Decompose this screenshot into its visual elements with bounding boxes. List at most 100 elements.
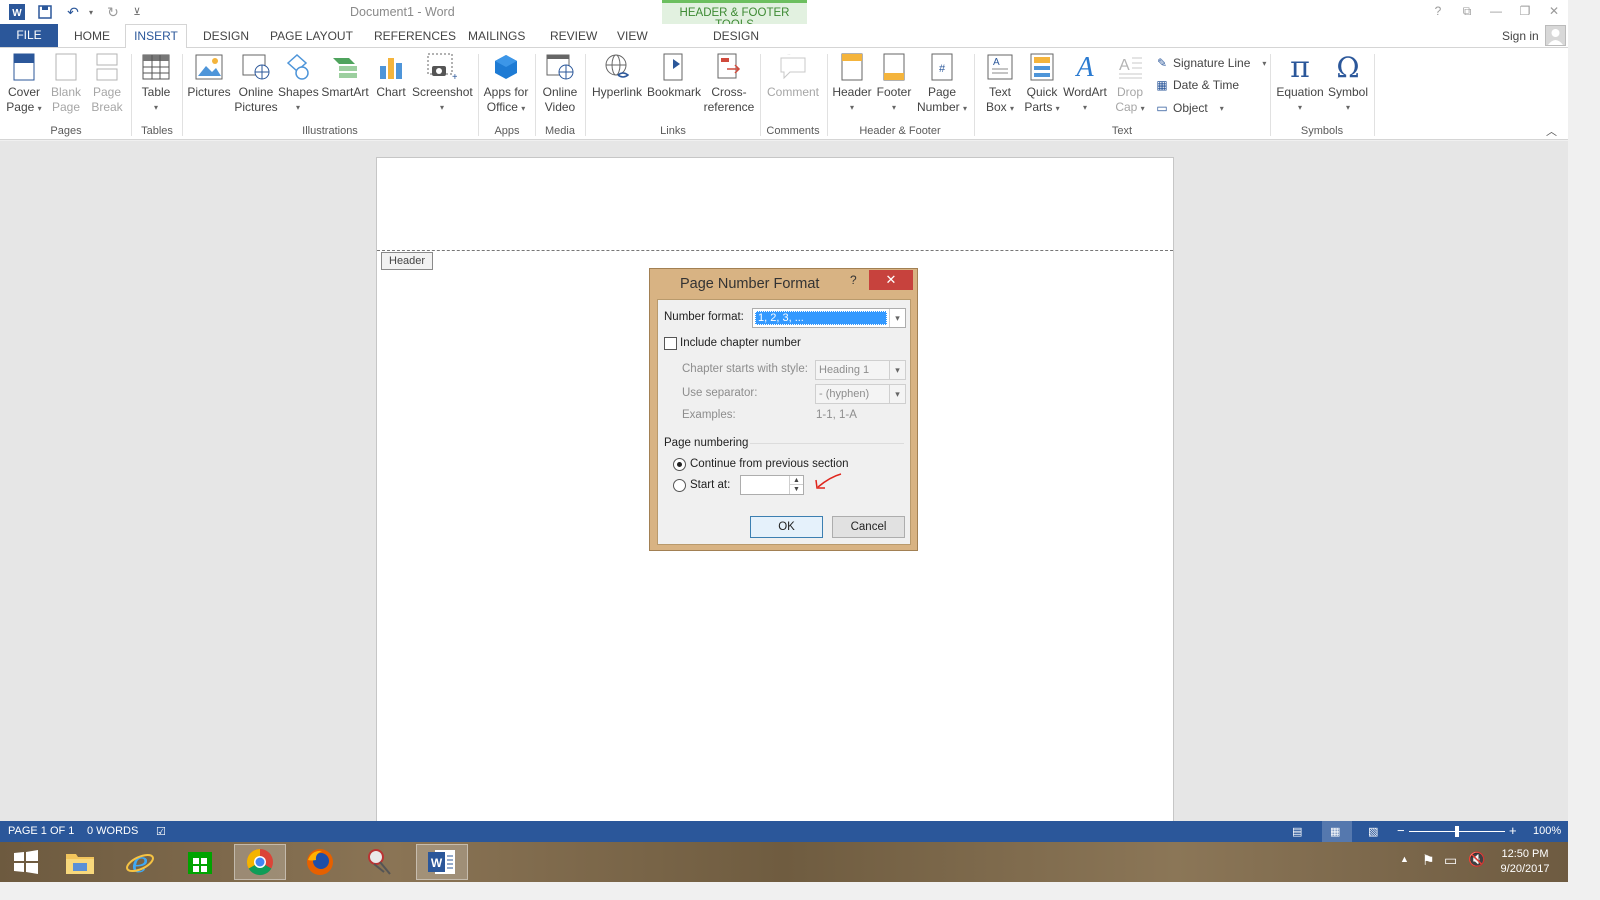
sign-in-link[interactable]: Sign in <box>1502 29 1539 43</box>
firefox-icon[interactable] <box>294 844 346 880</box>
zoom-level[interactable]: 100% <box>1533 825 1561 837</box>
web-layout-icon[interactable]: ▧ <box>1368 825 1378 838</box>
tab-insert[interactable]: INSERT <box>125 24 187 48</box>
avatar[interactable] <box>1545 25 1566 46</box>
pictures-button[interactable]: Pictures <box>186 52 232 100</box>
separator-select[interactable]: - (hyphen) ▾ <box>815 384 906 404</box>
tab-design[interactable]: DESIGN <box>203 29 249 43</box>
cancel-button[interactable]: Cancel <box>832 516 905 538</box>
include-chapter-label[interactable]: Include chapter number <box>680 337 801 349</box>
help-button[interactable]: ? <box>1428 4 1448 18</box>
proofing-icon[interactable]: ☑ <box>156 825 166 838</box>
chart-button[interactable]: Chart <box>372 52 410 100</box>
include-chapter-checkbox[interactable] <box>664 337 677 350</box>
wordart-button[interactable]: A WordArt ▾ <box>1062 52 1108 115</box>
word-icon[interactable]: W <box>416 844 468 880</box>
page-number-button[interactable]: # Page Number ▾ <box>914 52 970 116</box>
start-at-label[interactable]: Start at: <box>690 479 730 491</box>
show-hidden-icons-icon[interactable]: ▲ <box>1400 854 1409 864</box>
continue-radio[interactable] <box>673 458 686 471</box>
store-icon[interactable] <box>174 844 226 880</box>
collapse-ribbon-icon[interactable]: ︿ <box>1546 123 1557 139</box>
chapter-style-select[interactable]: Heading 1 ▾ <box>815 360 906 380</box>
number-format-select[interactable]: 1, 2, 3, ... ▾ <box>752 308 906 328</box>
equation-button[interactable]: π Equation ▾ <box>1274 52 1326 115</box>
chevron-down-icon[interactable]: ▾ <box>889 385 905 403</box>
word-count[interactable]: 0 WORDS <box>87 825 138 837</box>
redo-icon[interactable]: ↻ <box>104 3 122 21</box>
volume-muted-icon[interactable]: 🔇 <box>1468 851 1485 868</box>
signature-line-button[interactable]: ✎ Signature Line ▾ <box>1155 56 1266 70</box>
undo-icon[interactable]: ↶ <box>64 3 82 21</box>
chevron-down-icon[interactable]: ▾ <box>889 309 905 327</box>
read-mode-icon[interactable]: ▤ <box>1292 825 1302 838</box>
print-layout-icon[interactable]: ▦ <box>1330 825 1340 838</box>
chrome-icon[interactable] <box>234 844 286 880</box>
ok-button[interactable]: OK <box>750 516 823 538</box>
ribbon-display-options-icon[interactable]: ⧉ <box>1457 4 1477 19</box>
screenshot-button[interactable]: + Screenshot ▾ <box>412 52 473 115</box>
footer-button[interactable]: Footer ▾ <box>874 52 914 115</box>
comment-icon: * <box>778 52 808 82</box>
status-bar: PAGE 1 OF 1 0 WORDS ☑ ▤ ▦ ▧ − + 100% <box>0 821 1568 842</box>
symbol-button[interactable]: Ω Symbol ▾ <box>1326 52 1370 115</box>
cover-page-label: Cover <box>7 85 40 99</box>
date-time-button[interactable]: ▦ Date & Time <box>1155 78 1239 92</box>
dialog-close-button[interactable]: ✕ <box>869 270 913 290</box>
start-at-radio[interactable] <box>673 479 686 492</box>
undo-dropdown-icon[interactable]: ▾ <box>82 3 100 21</box>
cover-page-button[interactable]: Cover Page ▾ <box>4 52 44 116</box>
tab-header-footer-design[interactable]: DESIGN <box>713 29 759 43</box>
spin-down-icon[interactable]: ▼ <box>789 485 803 494</box>
online-video-button[interactable]: Online Video <box>538 52 582 115</box>
action-center-icon[interactable]: ⚑ <box>1422 852 1435 869</box>
page-break-button[interactable]: Page Break <box>87 52 127 115</box>
drop-cap-button[interactable]: A Drop Cap ▾ <box>1110 52 1150 116</box>
apps-for-office-button[interactable]: Apps for Office ▾ <box>481 52 531 116</box>
minimize-icon[interactable]: — <box>1486 4 1506 18</box>
blank-page-button[interactable]: Blank Page <box>46 52 86 115</box>
smartart-button[interactable]: SmartArt <box>320 52 370 100</box>
dialog-help-button[interactable]: ? <box>850 273 857 287</box>
object-button[interactable]: ▭ Object ▾ <box>1155 101 1223 115</box>
save-icon[interactable] <box>36 3 54 21</box>
hyperlink-button[interactable]: Hyperlink <box>590 52 644 100</box>
customize-qat-icon[interactable]: ⊻ <box>128 3 146 21</box>
chapter-style-label: Chapter starts with style: <box>682 363 808 375</box>
tab-mailings[interactable]: MAILINGS <box>468 29 525 43</box>
hyperlink-label: Hyperlink <box>591 85 642 99</box>
network-icon[interactable]: ▭ <box>1444 852 1457 869</box>
shapes-button[interactable]: Shapes ▾ <box>278 52 319 115</box>
tab-review[interactable]: REVIEW <box>550 29 597 43</box>
cross-reference-button[interactable]: Cross- reference <box>702 52 756 115</box>
zoom-in-icon[interactable]: + <box>1509 823 1517 838</box>
tab-references[interactable]: REFERENCES <box>374 29 456 43</box>
tab-view[interactable]: VIEW <box>617 29 648 43</box>
text-box-button[interactable]: A Text Box ▾ <box>978 52 1022 116</box>
zoom-slider-thumb[interactable] <box>1455 826 1459 837</box>
bookmark-button[interactable]: Bookmark <box>646 52 702 100</box>
tab-home[interactable]: HOME <box>74 29 110 43</box>
smartart-label: SmartArt <box>321 85 369 99</box>
zoom-out-icon[interactable]: − <box>1397 823 1405 838</box>
chevron-down-icon[interactable]: ▾ <box>889 361 905 379</box>
internet-explorer-icon[interactable]: e <box>114 844 166 880</box>
word-app-icon[interactable]: W <box>8 3 26 21</box>
taskbar-clock[interactable]: 12:50 PM 9/20/2017 <box>1490 847 1560 877</box>
start-at-spinner[interactable]: ▲ ▼ <box>740 475 804 495</box>
file-explorer-icon[interactable] <box>54 844 106 880</box>
page-count[interactable]: PAGE 1 OF 1 <box>8 825 74 837</box>
tab-page-layout[interactable]: PAGE LAYOUT <box>270 29 353 43</box>
online-pictures-button[interactable]: Online Pictures <box>234 52 278 115</box>
comment-button[interactable]: * Comment <box>763 52 823 100</box>
spin-up-icon[interactable]: ▲ <box>789 476 803 485</box>
continue-label[interactable]: Continue from previous section <box>690 458 849 470</box>
close-window-icon[interactable]: ✕ <box>1544 4 1564 18</box>
quick-parts-button[interactable]: Quick Parts ▾ <box>1022 52 1062 116</box>
header-button[interactable]: Header ▾ <box>830 52 874 115</box>
tab-file[interactable]: FILE <box>0 24 58 47</box>
start-icon[interactable] <box>0 844 52 880</box>
restore-icon[interactable]: ❐ <box>1515 4 1535 18</box>
snipping-tool-icon[interactable] <box>354 844 406 880</box>
table-button[interactable]: Table ▾ <box>136 52 176 115</box>
